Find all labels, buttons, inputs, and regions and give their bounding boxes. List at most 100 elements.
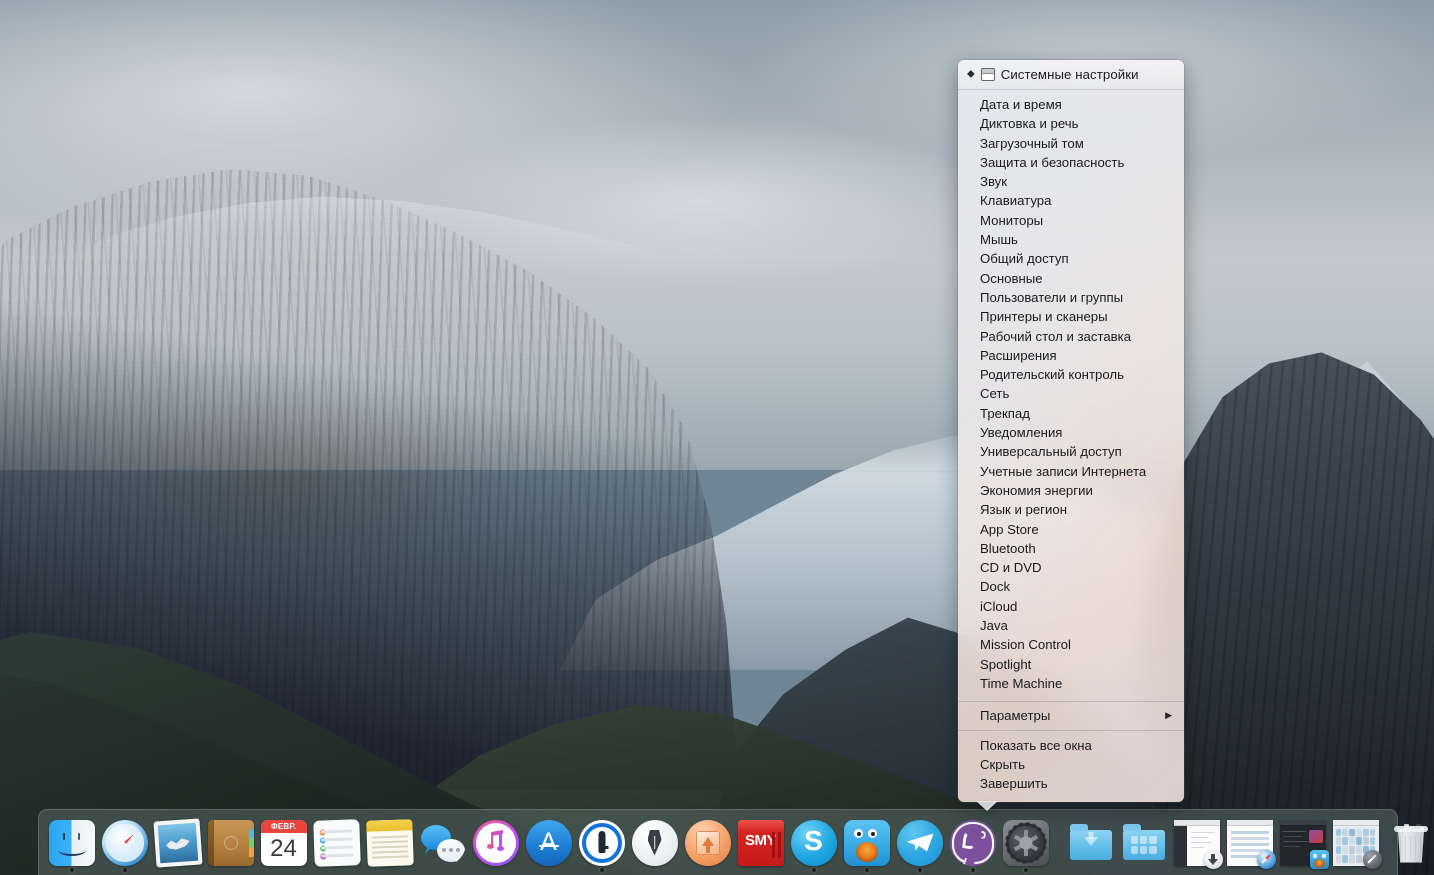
- dock-context-menu[interactable]: ◆ Системные настройки Дата и время Дикто…: [958, 60, 1184, 803]
- safari-badge-icon: [1362, 849, 1382, 869]
- dock-item-tweetbot[interactable]: [840, 810, 893, 875]
- desktop[interactable]: ◆ Системные настройки Дата и время Дикто…: [0, 0, 1434, 875]
- messages-icon: [420, 820, 466, 866]
- menu-item-java[interactable]: Java: [958, 616, 1184, 635]
- menu-item-security-privacy[interactable]: Защита и безопасность: [958, 153, 1184, 172]
- dock-item-safari[interactable]: [98, 810, 151, 875]
- download-badge-icon: [1203, 849, 1223, 869]
- dock-item-calendar[interactable]: ФЕВР. 24: [257, 810, 310, 875]
- menu-item-trackpad[interactable]: Трекпад: [958, 404, 1184, 423]
- menu-item-spotlight[interactable]: Spotlight: [958, 655, 1184, 674]
- menu-item-show-all-windows[interactable]: Показать все окна: [958, 736, 1184, 755]
- dock-item-viber[interactable]: [946, 810, 999, 875]
- menu-item-notifications[interactable]: Уведомления: [958, 423, 1184, 442]
- dock-app-section: ФЕВР. 24 A SMY S: [45, 810, 1052, 875]
- menu-item-startup-disk[interactable]: Загрузочный том: [958, 134, 1184, 153]
- smy-icon: SMY: [737, 819, 784, 866]
- running-indicator: [122, 868, 127, 872]
- menu-item-quit[interactable]: Завершить: [958, 774, 1184, 793]
- finder-icon: [48, 819, 95, 866]
- running-indicator: [69, 868, 74, 872]
- calendar-day: 24: [270, 834, 297, 862]
- menu-item-displays[interactable]: Мониторы: [958, 211, 1184, 230]
- notes-icon: [365, 818, 414, 867]
- dock-item-itunes[interactable]: [469, 810, 522, 875]
- dock-item-minimized-window-prefs[interactable]: [1329, 810, 1382, 875]
- running-indicator: [970, 868, 975, 872]
- dock-item-reminders[interactable]: [310, 810, 363, 875]
- menu-item-keyboard[interactable]: Клавиатура: [958, 191, 1184, 210]
- dock-item-notes[interactable]: [363, 810, 416, 875]
- menu-item-mouse[interactable]: Мышь: [958, 230, 1184, 249]
- itunes-icon: [472, 819, 519, 866]
- menu-item-time-machine[interactable]: Time Machine: [958, 674, 1184, 693]
- dock-item-smy[interactable]: SMY: [734, 810, 787, 875]
- dock[interactable]: ФЕВР. 24 A SMY S: [38, 809, 1428, 875]
- mail-icon: [152, 817, 203, 868]
- menu-item-extensions[interactable]: Расширения: [958, 346, 1184, 365]
- dock-item-messages[interactable]: [416, 810, 469, 875]
- menu-item-dictation-speech[interactable]: Диктовка и речь: [958, 114, 1184, 133]
- menu-separator-1: [958, 701, 1184, 703]
- applications-folder-icon: [1121, 820, 1167, 866]
- skype-icon: S: [790, 819, 837, 866]
- dock-item-mail[interactable]: [151, 810, 204, 875]
- dock-stack-section: [1064, 810, 1434, 875]
- viber-icon: [949, 819, 996, 866]
- unarchiver-box-icon: [684, 819, 731, 866]
- menu-item-app-store[interactable]: App Store: [958, 520, 1184, 539]
- menu-item-energy-saver[interactable]: Экономия энергии: [958, 481, 1184, 500]
- dock-item-minimized-window-document[interactable]: [1170, 810, 1223, 875]
- running-indicator: [811, 868, 816, 872]
- running-indicator: [917, 868, 922, 872]
- menu-item-internet-accounts[interactable]: Учетные записи Интернета: [958, 462, 1184, 481]
- tweetbot-icon: [843, 819, 890, 866]
- menu-item-bluetooth[interactable]: Bluetooth: [958, 539, 1184, 558]
- menu-item-accessibility[interactable]: Универсальный доступ: [958, 442, 1184, 461]
- menu-item-options[interactable]: Параметры ▶: [958, 706, 1184, 725]
- dock-item-applications-folder[interactable]: [1117, 810, 1170, 875]
- dock-item-skype[interactable]: S: [787, 810, 840, 875]
- dock-item-app-store[interactable]: A: [522, 810, 575, 875]
- menu-item-mission-control[interactable]: Mission Control: [958, 635, 1184, 654]
- dock-item-1password[interactable]: [575, 810, 628, 875]
- calendar-icon: ФЕВР. 24: [260, 819, 307, 866]
- menu-item-date-time[interactable]: Дата и время: [958, 95, 1184, 114]
- minimized-window-finder: [1226, 819, 1276, 869]
- downloads-folder-icon: [1068, 820, 1114, 866]
- menu-item-dock[interactable]: Dock: [958, 577, 1184, 596]
- diamond-bullet-icon: ◆: [967, 68, 975, 79]
- menu-item-language-region[interactable]: Язык и регион: [958, 500, 1184, 519]
- dock-item-pen-app[interactable]: [628, 810, 681, 875]
- dock-item-finder[interactable]: [45, 810, 98, 875]
- menu-item-printers-scanners[interactable]: Принтеры и сканеры: [958, 307, 1184, 326]
- running-indicator: [599, 868, 604, 872]
- dock-item-contacts[interactable]: [204, 810, 257, 875]
- menu-item-general[interactable]: Основные: [958, 269, 1184, 288]
- menu-item-users-groups[interactable]: Пользователи и группы: [958, 288, 1184, 307]
- window-actions-section: Показать все окна Скрыть Завершить: [958, 735, 1184, 798]
- menu-item-options-label: Параметры: [980, 708, 1051, 724]
- dock-item-system-preferences[interactable]: [999, 810, 1052, 875]
- dock-item-downloads-folder[interactable]: [1064, 810, 1117, 875]
- menu-item-sound[interactable]: Звук: [958, 172, 1184, 191]
- chevron-right-icon: ▶: [1165, 710, 1172, 721]
- telegram-icon: [896, 819, 943, 866]
- dock-item-trash[interactable]: [1382, 810, 1434, 875]
- reminders-icon: [312, 818, 361, 867]
- menu-item-hide[interactable]: Скрыть: [958, 755, 1184, 774]
- preference-panes-section: Дата и время Диктовка и речь Загрузочный…: [958, 90, 1184, 697]
- running-indicator: [1023, 868, 1028, 872]
- menu-item-sharing[interactable]: Общий доступ: [958, 249, 1184, 268]
- dock-menu-title: Системные настройки: [1000, 67, 1139, 82]
- menu-item-cd-dvd[interactable]: CD и DVD: [958, 558, 1184, 577]
- menu-item-network[interactable]: Сеть: [958, 384, 1184, 403]
- dock-item-telegram[interactable]: [893, 810, 946, 875]
- menu-item-parental-controls[interactable]: Родительский контроль: [958, 365, 1184, 384]
- dock-item-minimized-window-twitter[interactable]: [1276, 810, 1329, 875]
- dock-item-unarchiver[interactable]: [681, 810, 734, 875]
- minimized-window-document: [1173, 819, 1223, 869]
- dock-item-minimized-window-finder[interactable]: [1223, 810, 1276, 875]
- menu-item-icloud[interactable]: iCloud: [958, 597, 1184, 616]
- menu-item-desktop-screensaver[interactable]: Рабочий стол и заставка: [958, 327, 1184, 346]
